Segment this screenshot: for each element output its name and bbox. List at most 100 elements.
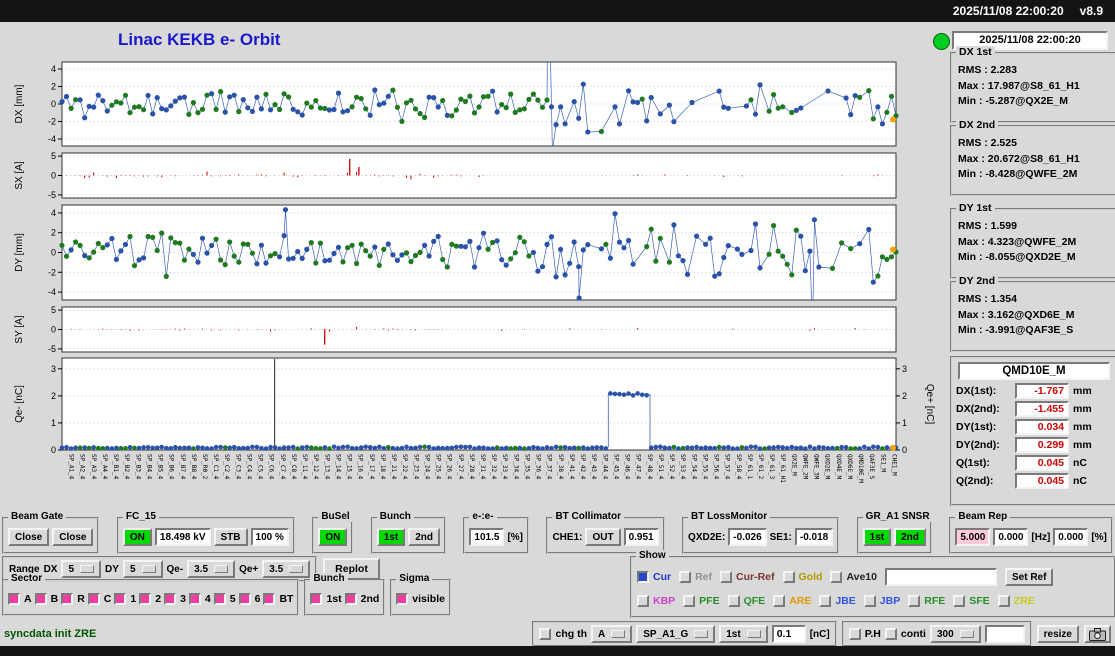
beam-gate-close-button-2[interactable]: Close xyxy=(52,528,94,546)
beam-rep-hz-unit: [Hz] xyxy=(1031,531,1051,543)
bunch-2nd-checkbox[interactable]: 2nd xyxy=(344,593,379,605)
window-title-bar: 2025/11/08 22:00:20 v8.9 xyxy=(0,0,1115,22)
checkbox-indicator xyxy=(773,595,786,607)
bunch-1st-button[interactable]: 1st xyxy=(376,528,406,546)
range-qe-plus-select[interactable]: 3.5 xyxy=(262,560,311,578)
set-ref-button[interactable]: Set Ref xyxy=(1005,568,1054,586)
sector-checkbox-b[interactable]: B xyxy=(34,593,58,605)
qxd2e-label: QXD2E: xyxy=(688,531,726,543)
svg-text:1: 1 xyxy=(902,418,907,428)
chg-th-checkbox[interactable]: chg th xyxy=(539,628,587,640)
sector-checkbox-c[interactable]: C xyxy=(87,593,111,605)
svg-text:QXD6E_M: QXD6E_M xyxy=(846,454,853,480)
ref-name-input[interactable] xyxy=(885,568,997,586)
bunch-1st-checkbox[interactable]: 1st xyxy=(310,593,342,605)
svg-text:-5: -5 xyxy=(48,344,56,354)
show-qfe-checkbox[interactable]: QFE xyxy=(727,595,765,607)
show-gold-checkbox[interactable]: Gold xyxy=(782,571,822,583)
show-jbp-checkbox[interactable]: JBP xyxy=(863,595,900,607)
svg-text:SP_53_4: SP_53_4 xyxy=(679,454,686,480)
sector-checkbox-5[interactable]: 5 xyxy=(213,593,236,605)
se1-readout: -0.018 xyxy=(794,528,834,546)
show-are-checkbox[interactable]: ARE xyxy=(773,595,811,607)
show-ref-checkbox[interactable]: Ref xyxy=(679,571,712,583)
sector-checkbox-1[interactable]: 1 xyxy=(114,593,136,605)
sector-checkbox-3[interactable]: 3 xyxy=(164,593,186,605)
svg-text:SP_55_4: SP_55_4 xyxy=(701,454,708,480)
checkbox-indicator xyxy=(114,593,127,605)
svg-text:QX2E_M: QX2E_M xyxy=(790,454,797,476)
che1-out-button[interactable]: OUT xyxy=(585,528,621,546)
show-cur-checkbox[interactable]: Cur xyxy=(637,571,671,583)
titlebar-version: v8.9 xyxy=(1079,4,1103,18)
checkbox-indicator xyxy=(238,593,251,605)
gr-1st-button[interactable]: 1st xyxy=(862,528,892,546)
group-show: Show Cur Ref Cur-Ref Gold Ave10 Set Ref … xyxy=(630,550,1115,618)
svg-text:SP_13_4: SP_13_4 xyxy=(323,454,330,480)
sigma-visible-checkbox[interactable]: visible xyxy=(396,593,445,605)
ee-ratio-readout: 101.5 xyxy=(469,528,505,546)
show-ave10-checkbox[interactable]: Ave10 xyxy=(830,571,877,583)
range-qe-minus-select[interactable]: 3.5 xyxy=(187,560,236,578)
sector-checkbox-6[interactable]: 6 xyxy=(238,593,260,605)
group-bt-lossmonitor: BT LossMonitor QXD2E: -0.026 SE1: -0.018 xyxy=(682,511,840,554)
fc15-stb-button[interactable]: STB xyxy=(213,528,248,546)
monitor-select[interactable]: SP_A1_G xyxy=(636,625,716,643)
sector-checkbox-2[interactable]: 2 xyxy=(139,593,161,605)
points-input[interactable] xyxy=(984,625,1025,643)
status-row: syncdata init ZRE chg th A SP_A1_G 1st [… xyxy=(4,621,1111,647)
show-rfe-checkbox[interactable]: RFE xyxy=(908,595,945,607)
svg-text:SP_52_4: SP_52_4 xyxy=(668,454,675,480)
resize-button[interactable]: resize xyxy=(1036,625,1079,643)
sector-checkbox-bt[interactable]: BT xyxy=(263,593,293,605)
svg-text:1: 1 xyxy=(51,418,56,428)
svg-text:SP_A4_4: SP_A4_4 xyxy=(101,454,108,480)
stat-min: Min : -8.055@QXD2E_M xyxy=(958,251,1076,263)
svg-text:SP_B7_4: SP_B7_4 xyxy=(179,454,186,480)
bunch-2nd-button[interactable]: 2nd xyxy=(408,528,440,546)
show-jbe-checkbox[interactable]: JBE xyxy=(819,595,856,607)
gr-2nd-button[interactable]: 2nd xyxy=(894,528,926,546)
svg-text:SP_C5_4: SP_C5_4 xyxy=(257,454,264,480)
threshold-input[interactable] xyxy=(771,625,806,643)
checkbox-indicator xyxy=(8,593,20,605)
sector-checkbox-4[interactable]: 4 xyxy=(188,593,211,605)
svg-text:SP_B4_4: SP_B4_4 xyxy=(145,454,152,480)
busel-on-button[interactable]: ON xyxy=(318,528,348,546)
show-pfe-checkbox[interactable]: PFE xyxy=(683,595,720,607)
fc15-on-button[interactable]: ON xyxy=(122,528,152,546)
svg-text:SP_B1_4: SP_B1_4 xyxy=(112,454,119,480)
conti-checkbox[interactable]: conti xyxy=(884,628,926,640)
show-sfe-checkbox[interactable]: SFE xyxy=(953,595,990,607)
show-kbp-checkbox[interactable]: KBP xyxy=(637,595,675,607)
svg-text:5: 5 xyxy=(51,151,56,161)
svg-text:SP_47_4: SP_47_4 xyxy=(635,454,642,480)
show-zre-checkbox[interactable]: ZRE xyxy=(997,595,1035,607)
sector-checkbox-r[interactable]: R xyxy=(61,593,85,605)
ee-ratio-unit: [%] xyxy=(507,531,524,543)
level-select[interactable]: A xyxy=(590,625,633,643)
sector-checkbox-a[interactable]: A xyxy=(8,593,32,605)
points-select[interactable]: 300 xyxy=(929,625,981,643)
svg-text:-2: -2 xyxy=(48,117,56,127)
svg-text:SP_61_1: SP_61_1 xyxy=(746,454,753,480)
svg-text:SP_C2_4: SP_C2_4 xyxy=(223,454,230,480)
svg-text:SP_43_4: SP_43_4 xyxy=(590,454,597,480)
ph-checkbox[interactable]: P.H xyxy=(848,628,881,640)
stat-group-title: DY 2nd xyxy=(956,275,998,287)
range-dy-select[interactable]: 5 xyxy=(122,560,163,578)
show-cur-ref-checkbox[interactable]: Cur-Ref xyxy=(720,571,775,583)
bunch-select[interactable]: 1st xyxy=(719,625,768,643)
status-message: syncdata init ZRE xyxy=(4,628,97,640)
svg-text:SP_31_4: SP_31_4 xyxy=(479,454,486,480)
stat-min: Min : -3.991@QAF3E_S xyxy=(958,324,1074,336)
svg-text:SP_33_4: SP_33_4 xyxy=(501,454,508,480)
beam-gate-close-button-1[interactable]: Close xyxy=(8,528,50,546)
range-dx-select[interactable]: 5 xyxy=(61,560,102,578)
camera-button[interactable] xyxy=(1084,625,1111,643)
svg-text:SP_C1_4: SP_C1_4 xyxy=(212,454,219,480)
threshold-unit: [nC] xyxy=(809,628,830,640)
filter-row: Sector A B R C 1 2 3 4 5 6 BT Bunch 1st … xyxy=(2,573,451,616)
stat-group-dx-1st: DX 1st RMS : 2.283 Max : 17.987@S8_61_H1… xyxy=(950,46,1115,123)
stat-max: Max : 17.987@S8_61_H1 xyxy=(958,79,1080,92)
